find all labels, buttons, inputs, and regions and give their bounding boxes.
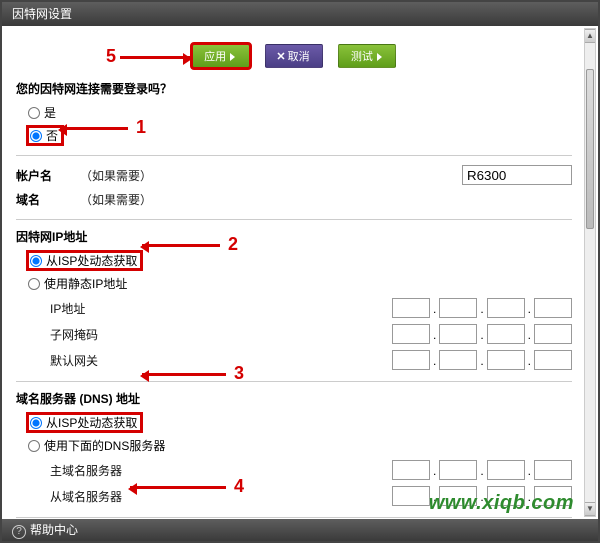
dns-secondary-label: 从域名服务器 [50,488,170,505]
vertical-scrollbar[interactable]: ▲ ▼ [584,28,596,517]
domain-hint: （如果需要） [80,191,152,208]
play-icon [230,53,235,61]
gateway-input[interactable]: ... [392,350,572,370]
scroll-thumb[interactable] [586,69,594,229]
scroll-down-arrow[interactable]: ▼ [585,502,595,516]
watermark-url: www.xiqb.com [429,492,574,515]
ip-dynamic-label: 从ISP处动态获取 [46,252,137,269]
ip-heading: 因特网IP地址 [16,219,572,249]
test-button-label: 测试 [351,51,373,63]
login-yes-label: 是 [44,104,56,121]
close-icon: ✕ [276,50,285,63]
domain-label: 域名 [16,191,72,208]
login-no-label: 否 [46,127,58,144]
login-heading: 您的因特网连接需要登录吗？ [16,76,572,101]
annotation-5: 5 [106,46,116,67]
login-yes-radio[interactable] [28,107,40,119]
annotation-arrow-4 [130,486,226,489]
apply-button[interactable]: 应用 [192,44,250,68]
window-title: 因特网设置 [2,2,598,26]
dns-custom-radio[interactable] [28,440,40,452]
dns-heading: 域名服务器 (DNS) 地址 [16,381,572,411]
dns-dynamic-label: 从ISP处动态获取 [46,414,137,431]
subnet-mask-label: 子网掩码 [50,326,170,343]
login-no-radio[interactable] [30,130,42,142]
annotation-arrow-2 [142,244,220,247]
annotation-arrow-5 [120,56,190,59]
account-name-label: 帐户名 [16,167,72,184]
help-label: 帮助中心 [30,523,78,537]
annotation-arrow-3 [142,373,226,376]
annotation-arrow-1 [60,127,128,130]
account-name-input[interactable] [462,165,572,185]
ip-address-input[interactable]: ... [392,298,572,318]
play-icon [377,53,382,61]
dns-custom-label: 使用下面的DNS服务器 [44,437,165,454]
gateway-label: 默认网关 [50,352,170,369]
scroll-up-arrow[interactable]: ▲ [585,29,595,43]
dns-dynamic-radio[interactable] [30,417,42,429]
help-icon: ? [12,525,26,539]
annotation-2: 2 [228,234,238,255]
test-button[interactable]: 测试 [338,44,396,68]
cancel-button-label: 取消 [288,51,310,63]
ip-dynamic-radio[interactable] [30,255,42,267]
ip-static-label: 使用静态IP地址 [44,275,127,292]
annotation-4: 4 [234,476,244,497]
ip-address-label: IP地址 [50,300,170,317]
ip-static-radio[interactable] [28,278,40,290]
dns-primary-label: 主域名服务器 [50,462,170,479]
cancel-button[interactable]: ✕取消 [265,44,323,68]
annotation-1: 1 [136,117,146,138]
apply-button-label: 应用 [204,51,226,63]
annotation-3: 3 [234,363,244,384]
help-bar[interactable]: ? 帮助中心 [2,519,598,541]
subnet-mask-input[interactable]: ... [392,324,572,344]
dns-primary-input[interactable]: ... [392,460,572,480]
account-name-hint: （如果需要） [80,167,152,184]
